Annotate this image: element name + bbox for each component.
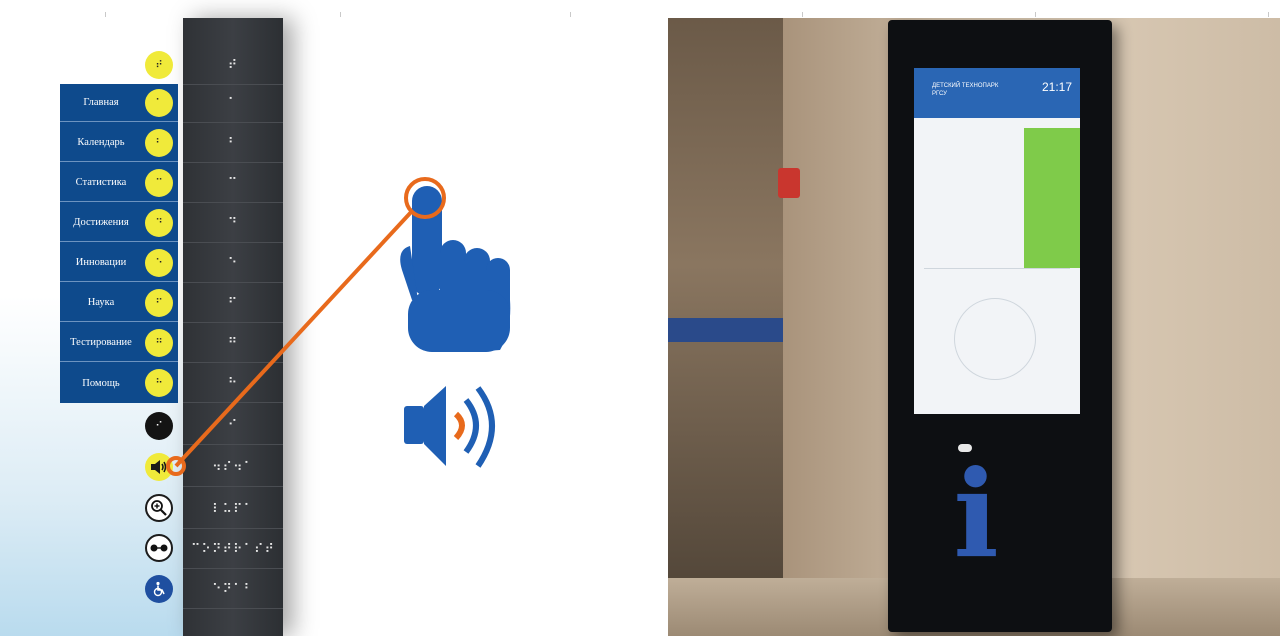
kiosk-photo: ДЕТСКИЙ ТЕХНОПАРК РГСУ 21:17 i [668, 18, 1280, 636]
corridor-rail [668, 318, 783, 342]
kiosk-divider [924, 268, 1070, 269]
kiosk-time: 21:17 [1041, 80, 1072, 94]
ruler-tick [1035, 12, 1036, 17]
hand-touch-icon [400, 186, 511, 352]
pointer-line [174, 194, 428, 468]
speaker-sound-icon [404, 386, 495, 468]
fire-alarm [778, 168, 800, 198]
kiosk-circle [954, 298, 1036, 380]
kiosk-screen-header: ДЕТСКИЙ ТЕХНОПАРК РГСУ 21:17 [914, 68, 1080, 118]
info-icon: i [953, 444, 999, 585]
kiosk-menu-green [1024, 128, 1080, 268]
kiosk-screen: ДЕТСКИЙ ТЕХНОПАРК РГСУ 21:17 [914, 68, 1080, 414]
pointer-overlay [166, 177, 511, 476]
kiosk-title: ДЕТСКИЙ ТЕХНОПАРК РГСУ [932, 83, 999, 97]
ruler-tick [1268, 12, 1269, 17]
ruler-tick [802, 12, 803, 17]
kiosk-device: ДЕТСКИЙ ТЕХНОПАРК РГСУ 21:17 i [888, 20, 1112, 632]
